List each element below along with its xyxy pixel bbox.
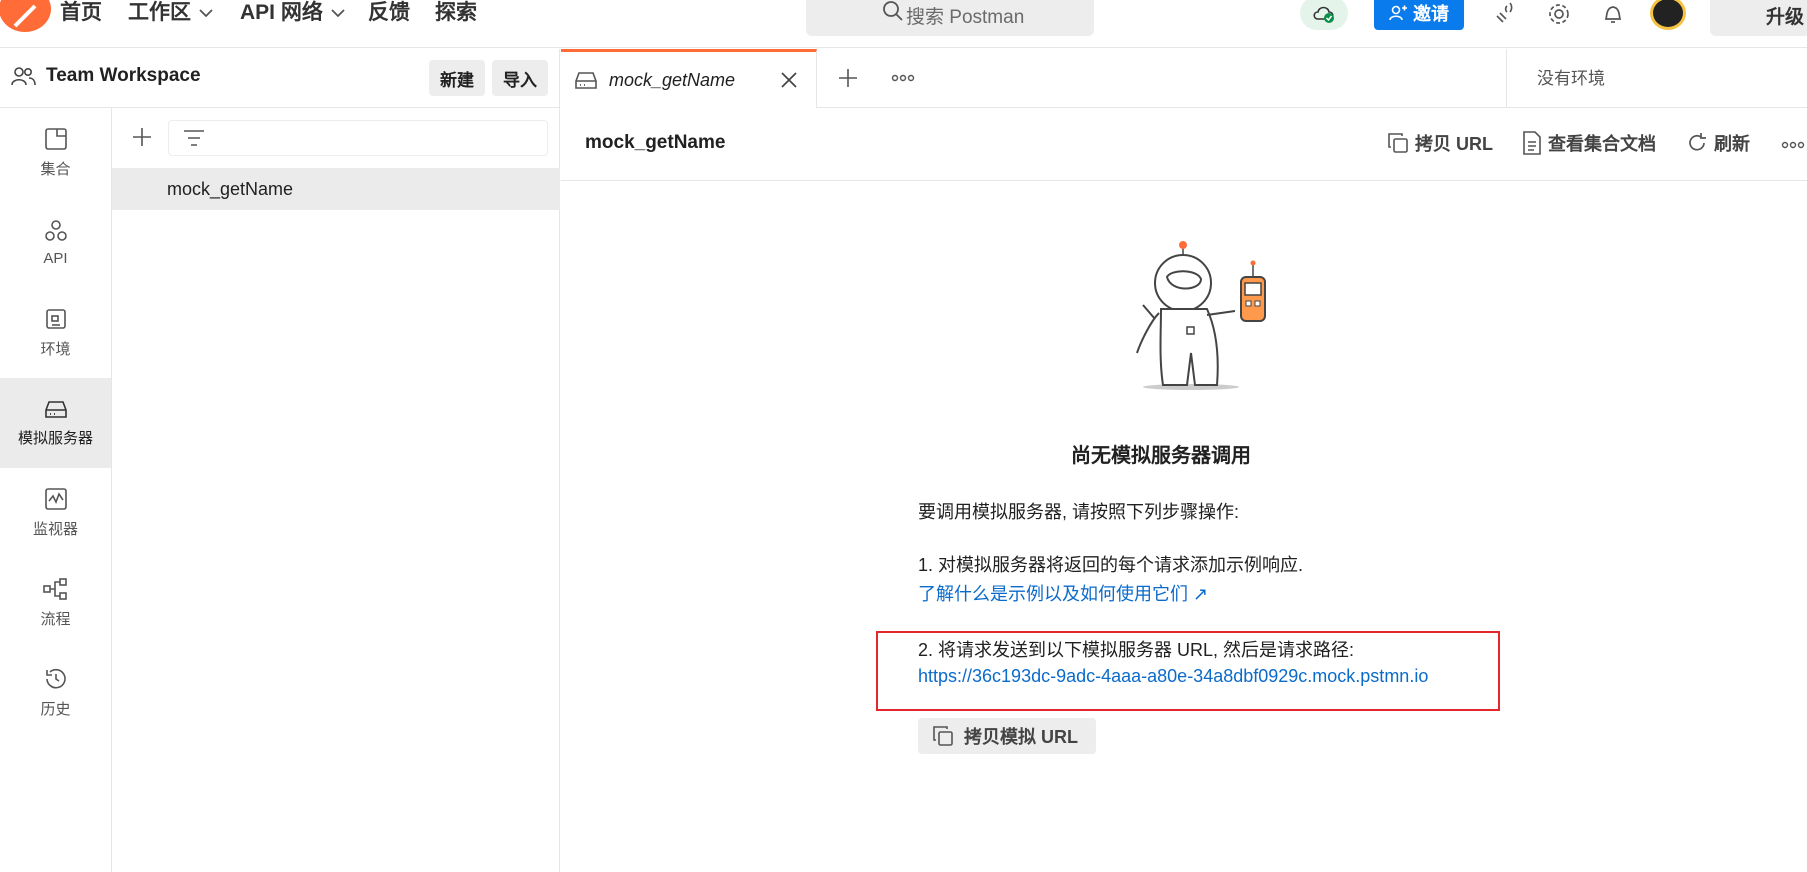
settings-gear-icon[interactable] (1544, 0, 1574, 28)
sidebar-item-label: 环境 (40, 341, 71, 358)
flows-icon (42, 578, 67, 600)
list-item[interactable]: mock_getName (112, 168, 560, 210)
add-user-icon (1389, 5, 1407, 21)
nav-feedback[interactable]: 反馈 (368, 0, 410, 26)
mock-servers-icon (44, 401, 67, 418)
search-icon (883, 1, 903, 21)
workspace-name: Team Workspace (46, 65, 201, 86)
tab-label: mock_getName (609, 69, 736, 90)
postman-logo[interactable] (0, 0, 51, 32)
mock-servers-panel: mock_getName (112, 108, 560, 872)
cloud-check-icon (1313, 6, 1334, 23)
page-title: mock_getName (585, 132, 726, 153)
chevron-down-icon (199, 9, 213, 18)
view-docs-label: 查看集合文档 (1548, 134, 1656, 154)
mock-server-icon (575, 72, 597, 89)
copy-mock-url-label: 拷贝模拟 URL (964, 727, 1078, 747)
apis-icon (44, 220, 67, 241)
copy-icon (1388, 133, 1408, 153)
environment-label: 没有环境 (1537, 69, 1605, 88)
upgrade-button[interactable]: 升级 (1710, 0, 1807, 36)
workspace-header: Team Workspace 新建 导入 (0, 49, 560, 108)
mock-server-url[interactable]: https://36c193dc-9adc-4aaa-a80e-34a8dbf0… (918, 666, 1428, 687)
refresh-button[interactable]: 刷新 (1686, 130, 1750, 156)
sidebar-item-monitors[interactable]: 监视器 (0, 468, 111, 558)
search-input[interactable]: 搜索 Postman (806, 0, 1094, 36)
nav-home-label: 首页 (60, 1, 102, 24)
sidebar-item-label: API (43, 250, 68, 267)
instruction-step-2: 2. 将请求发送到以下模拟服务器 URL, 然后是请求路径: (918, 640, 1355, 660)
new-tab-icon[interactable] (837, 67, 859, 89)
content-header: mock_getName 拷贝 URL 查看集合文档 刷新 (561, 108, 1807, 181)
sidebar-item-environments[interactable]: 环境 (0, 288, 111, 378)
view-docs-button[interactable]: 查看集合文档 (1522, 130, 1656, 156)
history-icon (45, 668, 66, 689)
search-placeholder: 搜索 Postman (906, 6, 1025, 28)
monitors-icon (44, 488, 67, 510)
nav-explore-label: 探索 (435, 1, 477, 24)
workspace-title[interactable]: Team Workspace (10, 65, 201, 87)
panel-toolbar (112, 108, 560, 166)
sidebar-item-history[interactable]: 历史 (0, 648, 111, 738)
nav-explore[interactable]: 探索 (435, 0, 477, 26)
document-icon (1523, 131, 1541, 155)
invite-label: 邀请 (1413, 4, 1449, 24)
top-bar: 首页 工作区 API 网络 反馈 探索 搜索 Postman 邀请 升级 (0, 0, 1807, 48)
new-button-label: 新建 (440, 70, 474, 90)
learn-examples-link[interactable]: 了解什么是示例以及如何使用它们 ↗ (918, 580, 1208, 606)
upgrade-label: 升级 (1765, 6, 1804, 28)
nav-workspaces[interactable]: 工作区 (128, 0, 213, 26)
sync-status-button[interactable] (1300, 0, 1348, 30)
copy-mock-url-button[interactable]: 拷贝模拟 URL (918, 718, 1096, 754)
filter-icon (184, 130, 204, 146)
more-options-icon[interactable] (1781, 141, 1805, 149)
environment-selector[interactable]: 没有环境 (1506, 49, 1807, 108)
notification-bell-icon[interactable] (1598, 0, 1628, 28)
sidebar-item-apis[interactable]: API (0, 198, 111, 288)
sidebar-item-label: 流程 (40, 611, 71, 628)
sidebar-item-mock-servers[interactable]: 模拟服务器 (0, 378, 111, 468)
tab-mock-getname[interactable]: mock_getName (561, 49, 817, 108)
instructions-intro: 要调用模拟服务器, 请按照下列步骤操作: (918, 502, 1240, 522)
left-sidebar: 集合 API 环境 模拟服务器 监视器 流程 历史 (0, 108, 112, 872)
new-button[interactable]: 新建 (429, 60, 485, 96)
sidebar-item-label: 集合 (40, 161, 71, 178)
sidebar-item-flows[interactable]: 流程 (0, 558, 111, 648)
environments-icon (45, 309, 66, 329)
team-icon (11, 67, 36, 86)
add-icon[interactable] (131, 126, 153, 148)
user-avatar[interactable] (1650, 0, 1686, 30)
more-options-icon[interactable] (891, 74, 915, 82)
import-button-label: 导入 (503, 70, 537, 90)
sidebar-item-label: 历史 (40, 701, 71, 718)
astronaut-illustration (1136, 241, 1266, 390)
nav-api-network-label: API 网络 (240, 1, 323, 24)
nav-api-network[interactable]: API 网络 (240, 0, 345, 26)
empty-state-title: 尚无模拟服务器调用 (1071, 445, 1251, 467)
sidebar-item-label: 模拟服务器 (17, 430, 93, 447)
refresh-label: 刷新 (1714, 134, 1750, 154)
refresh-icon (1689, 133, 1706, 151)
sidebar-item-collections[interactable]: 集合 (0, 108, 111, 198)
filter-input[interactable] (168, 120, 548, 156)
mock-item-label: mock_getName (167, 179, 294, 199)
copy-url-button[interactable]: 拷贝 URL (1387, 130, 1493, 156)
sidebar-item-label: 监视器 (32, 521, 78, 538)
close-icon[interactable] (780, 71, 798, 89)
collections-icon (44, 128, 67, 150)
invite-button[interactable]: 邀请 (1374, 0, 1464, 30)
import-button[interactable]: 导入 (492, 60, 548, 96)
empty-state: 尚无模拟服务器调用 要调用模拟服务器, 请按照下列步骤操作: 1. 对模拟服务器… (561, 181, 1807, 872)
tab-bar: mock_getName 没有环境 (561, 49, 1807, 108)
instruction-step-1: 1. 对模拟服务器将返回的每个请求添加示例响应. (918, 555, 1304, 575)
nav-workspaces-label: 工作区 (128, 1, 191, 24)
chevron-down-icon (331, 9, 345, 18)
copy-icon (933, 726, 953, 746)
nav-feedback-label: 反馈 (368, 1, 410, 24)
nav-home[interactable]: 首页 (60, 0, 102, 26)
satellite-icon[interactable] (1490, 0, 1520, 28)
copy-url-label: 拷贝 URL (1415, 134, 1493, 154)
